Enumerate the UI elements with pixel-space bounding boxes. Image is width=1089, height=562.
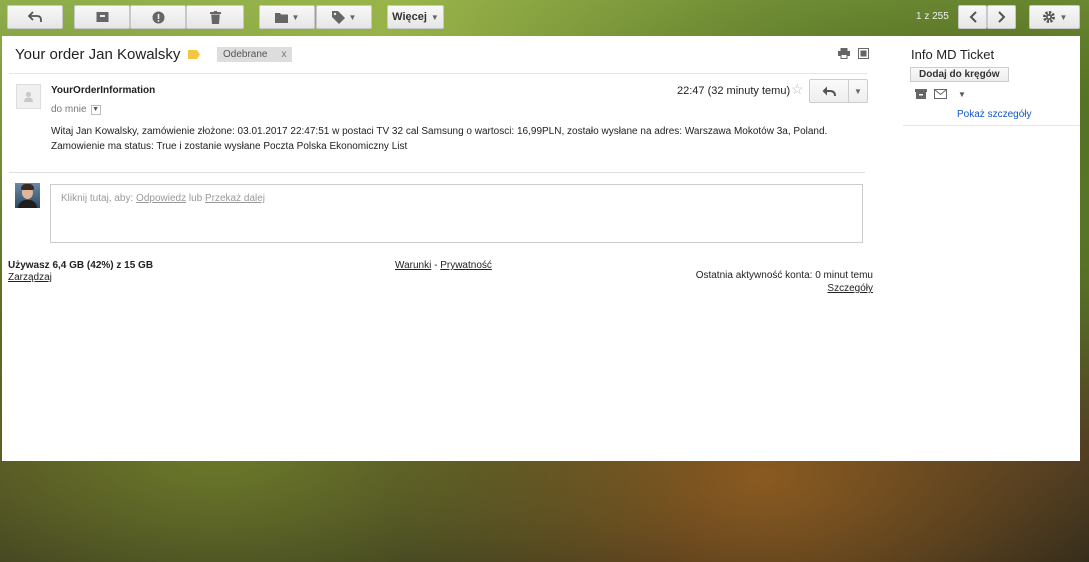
forward-link[interactable]: Przekaż dalej [205,193,265,204]
storage-info: Używasz 6,4 GB (42%) z 15 GB Zarządzaj [8,260,153,284]
trash-icon [209,10,221,24]
sender-name[interactable]: YourOrderInformation [51,85,155,96]
activity-details-link[interactable]: Szczegóły [827,283,873,294]
recipient-text: do mnie [51,104,87,115]
archive-button[interactable] [74,5,130,29]
chevron-left-icon [969,11,977,23]
chevron-right-icon [997,11,1005,23]
gear-icon [1042,11,1055,23]
chevron-down-icon: ▼ [291,12,300,22]
chevron-down-icon: ▼ [348,12,357,22]
reply-arrow-icon [822,86,836,96]
mail-icon[interactable] [934,89,947,99]
add-to-circles-button[interactable]: Dodaj do kręgów [910,67,1009,82]
recipient-line: do mnie ▼ [51,104,101,115]
person-icon [24,92,33,102]
manage-link[interactable]: Zarządzaj [8,272,52,283]
remove-label-icon[interactable]: x [281,49,286,60]
archive-icon[interactable] [915,89,927,99]
back-arrow-icon [28,11,42,22]
importance-marker-icon[interactable] [188,50,200,59]
labels-button[interactable]: ▼ [316,5,372,29]
divider [9,73,867,74]
more-button[interactable]: Więcej ▼ [387,5,444,29]
reply-link[interactable]: Odpowiedz [136,193,186,204]
legal-separator: - [431,260,441,271]
legal-links: Warunki - Prywatność [395,260,492,271]
reply-button-group: ▼ [809,79,868,103]
email-subject: Your order Jan Kowalsky [15,46,181,63]
account-activity: Ostatnia aktywność konta: 0 minut temu S… [602,269,873,295]
terms-link[interactable]: Warunki [395,260,431,271]
message-panel: Your order Jan Kowalsky Odebrane x YourO… [2,36,1080,461]
star-icon[interactable]: ☆ [791,81,804,98]
new-window-icon[interactable] [858,48,869,59]
spam-button[interactable] [130,5,186,29]
folder-icon [274,12,288,23]
delete-button[interactable] [186,5,244,29]
reply-prefix: Kliknij tutaj, aby: [61,193,137,204]
more-actions-button[interactable]: ▼ [849,80,867,102]
back-button[interactable] [7,5,63,29]
toolbar: ▼ ▼ Więcej ▼ 1 z 255 ▼ [0,0,1089,34]
divider [9,172,865,173]
contact-name: Info MD Ticket [911,47,995,62]
more-button-label: Więcej [392,11,427,23]
archive-icon [96,12,108,22]
settings-button[interactable]: ▼ [1029,5,1080,29]
last-activity-text: Ostatnia aktywność konta: 0 minut temu [695,270,873,281]
move-to-button[interactable]: ▼ [259,5,315,29]
chevron-down-icon: ▼ [430,12,439,22]
chevron-down-icon[interactable]: ▼ [958,90,966,99]
email-body: Witaj Jan Kowalsky, zamówienie złożone: … [51,126,828,152]
chevron-down-icon: ▼ [854,86,862,96]
storage-usage: Używasz 6,4 GB (42%) z 15 GB [8,260,154,271]
privacy-link[interactable]: Prywatność [440,260,492,271]
spam-icon [152,11,164,23]
show-details-dropdown-icon[interactable]: ▼ [90,104,101,115]
print-icon[interactable] [838,48,850,59]
divider [903,125,1080,126]
show-details-link[interactable]: Pokaż szczegóły [957,109,1031,120]
folder-label-chip[interactable]: Odebrane x [217,47,293,62]
reply-or: lub [186,193,205,204]
quick-reply-box[interactable]: Kliknij tutaj, aby: Odpowiedz lub Przeka… [50,184,863,243]
reply-placeholder: Kliknij tutaj, aby: Odpowiedz lub Przeka… [61,193,265,204]
reply-button[interactable] [810,80,849,102]
sender-avatar[interactable] [16,84,41,109]
contact-actions: ▼ [915,89,966,99]
label-icon [331,10,345,24]
email-time: 22:47 (32 minuty temu) [677,85,791,97]
pager-text: 1 z 255 [916,11,949,22]
folder-label-text: Odebrane [223,49,268,60]
user-avatar [15,183,40,208]
chevron-down-icon: ▼ [1059,12,1068,22]
newer-button[interactable] [958,5,987,29]
older-button[interactable] [987,5,1016,29]
